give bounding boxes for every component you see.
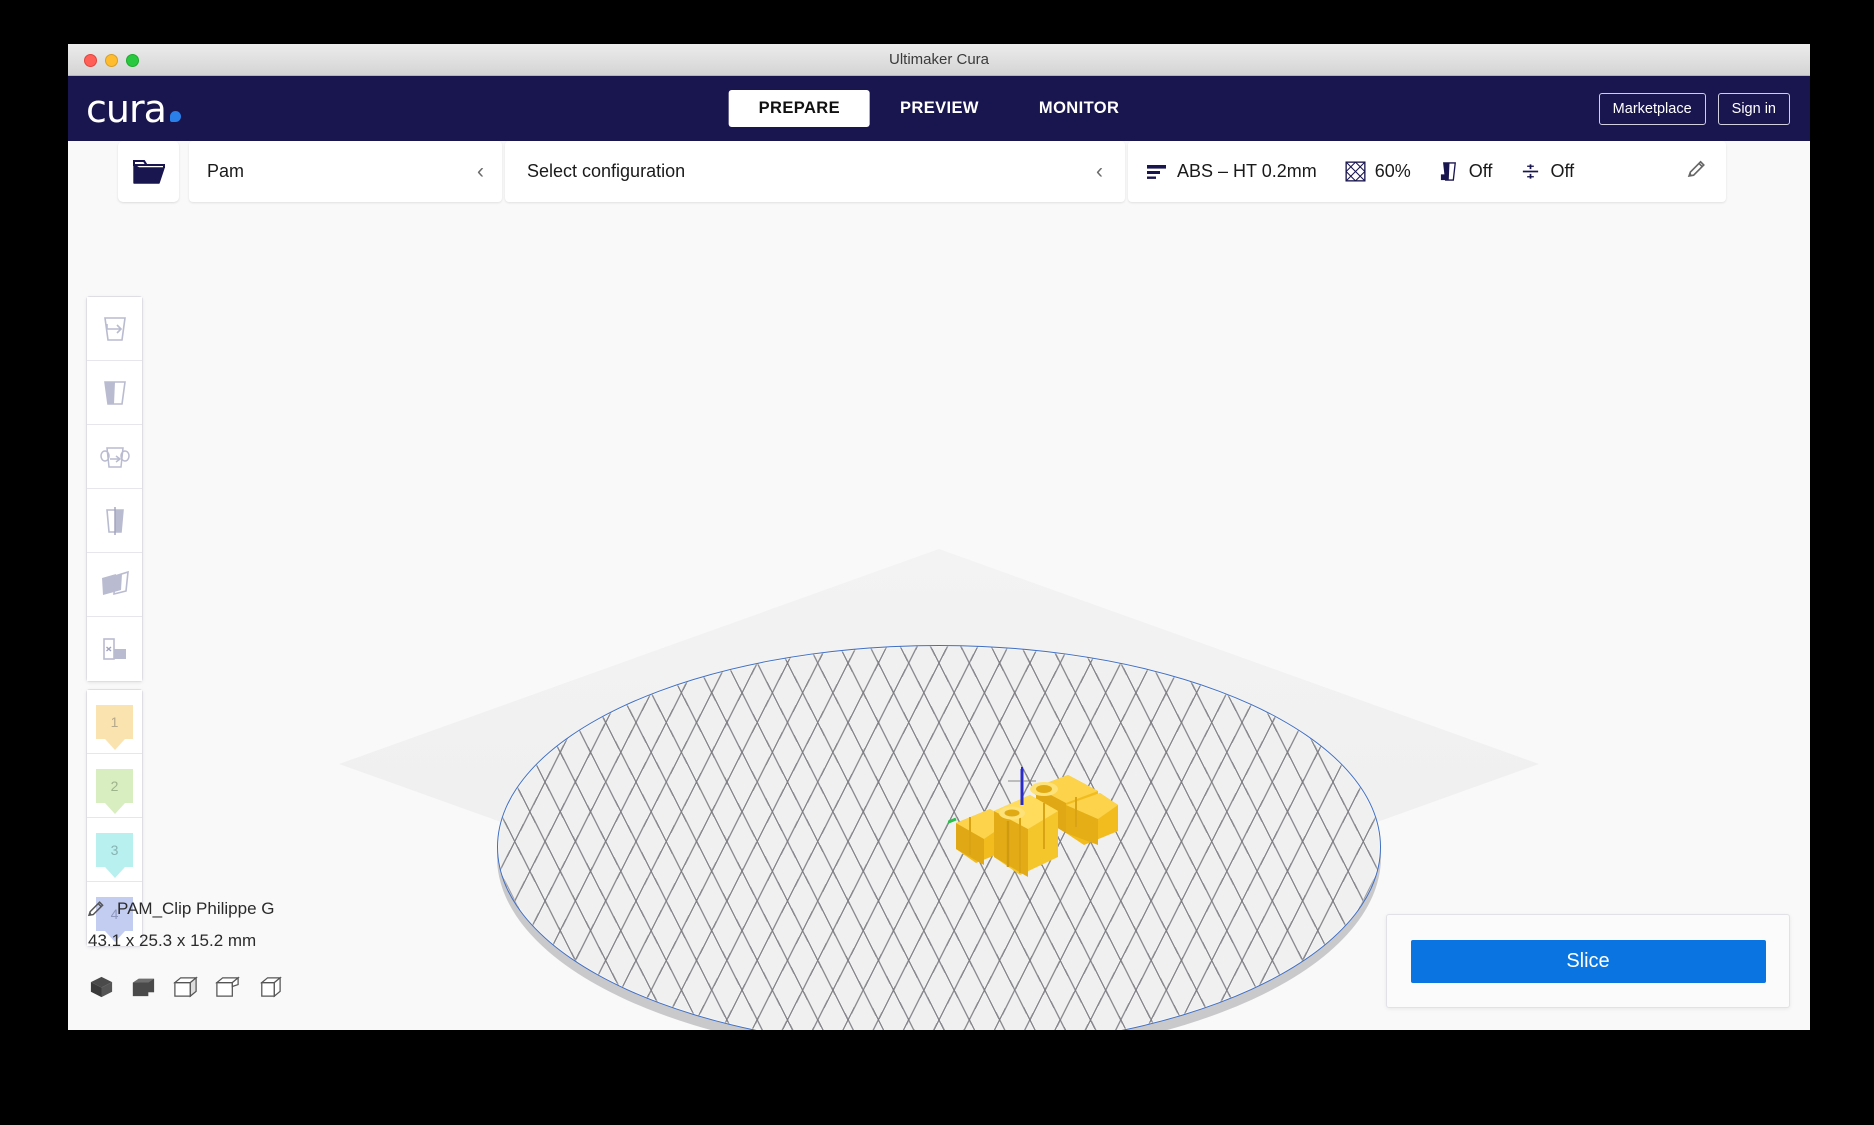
printer-selector[interactable]: Pam ‹ (189, 141, 502, 202)
view-mode-buttons (86, 973, 283, 1000)
window-traffic-lights (84, 54, 139, 67)
infill-icon (1345, 161, 1366, 182)
mirror-icon (105, 506, 124, 535)
outline-view-button[interactable] (256, 973, 283, 1000)
per-model-settings-icon (101, 570, 129, 595)
build-plate (497, 645, 1381, 1030)
move-icon (103, 316, 126, 341)
machine-toolbar: Pam ‹ Select configuration ‹ ABS – HT 0.… (68, 141, 1810, 205)
chevron-left-icon-configuration: ‹ (1096, 160, 1103, 183)
window-titlebar: Ultimaker Cura (68, 44, 1810, 76)
tab-monitor[interactable]: MONITOR (1009, 90, 1149, 127)
scale-icon (103, 380, 126, 405)
object-info-panel: PAM_Clip Philippe G 43.1 x 25.3 x 15.2 m… (86, 899, 283, 1000)
configuration-label: Select configuration (527, 161, 686, 181)
layer-view-button[interactable] (172, 973, 199, 1000)
tab-prepare[interactable]: PREPARE (728, 90, 871, 127)
rotate-icon (99, 446, 130, 468)
cura-window: Ultimaker Cura cura PREPARE PREVIEW MONI… (68, 44, 1810, 1030)
configuration-selector[interactable]: Select configuration ‹ (505, 141, 1125, 202)
cura-logo-dot-icon (169, 111, 181, 122)
extruder-swatch-3: 3 (96, 832, 133, 867)
adhesion-icon (1523, 164, 1539, 179)
open-folder-icon (132, 159, 165, 184)
chevron-left-icon-printer: ‹ (477, 160, 484, 183)
extruder-button-1[interactable]: 1 (87, 690, 142, 754)
xray-view-button[interactable] (130, 973, 157, 1000)
main-tabs: PREPARE PREVIEW MONITOR (728, 90, 1150, 127)
profile-label: ABS – HT 0.2mm (1177, 161, 1317, 181)
app-header: cura PREPARE PREVIEW MONITOR Marketplace… (68, 76, 1810, 141)
per-model-settings-tool-button[interactable] (87, 553, 142, 617)
printer-name: Pam (207, 161, 245, 181)
extruder-swatch-2: 2 (96, 768, 133, 803)
slice-panel: Slice (1386, 914, 1790, 1008)
extruder-number-3: 3 (110, 841, 119, 858)
support-value: Off (1468, 161, 1493, 181)
pencil-icon (1687, 160, 1705, 178)
extruder-button-3[interactable]: 3 (87, 818, 142, 882)
slice-button[interactable]: Slice (1410, 939, 1766, 983)
marketplace-button[interactable]: Marketplace (1598, 92, 1706, 125)
close-window-button[interactable] (84, 54, 97, 67)
window-title: Ultimaker Cura (888, 51, 990, 68)
extruder-swatch-1: 1 (96, 704, 133, 739)
minimize-window-button[interactable] (105, 54, 118, 67)
3d-viewport[interactable]: 1 2 3 4 PAM_Clip Philippe G 43.1 x 25.3 … (68, 141, 1810, 1030)
object-name: PAM_Clip Philippe G (117, 899, 275, 918)
infill-value: 60% (1374, 161, 1411, 181)
support-blocker-tool-button[interactable] (87, 617, 142, 681)
support-icon (1440, 162, 1456, 181)
model-pam-clip[interactable] (948, 753, 1118, 893)
adhesion-value: Off (1550, 161, 1575, 181)
profile-item[interactable]: ABS – HT 0.2mm (1146, 161, 1317, 182)
mirror-tool-button[interactable] (87, 489, 142, 553)
extruder-button-2[interactable]: 2 (87, 754, 142, 818)
support-item[interactable]: Off (1439, 161, 1493, 182)
screen: Ultimaker Cura cura PREPARE PREVIEW MONI… (0, 0, 1874, 1125)
layer-height-icon (1147, 164, 1166, 179)
tab-preview[interactable]: PREVIEW (870, 90, 1009, 127)
wireframe-view-button[interactable] (214, 973, 241, 1000)
pencil-icon[interactable] (86, 899, 106, 919)
maximize-window-button[interactable] (126, 54, 139, 67)
open-file-button[interactable] (118, 141, 179, 202)
sign-in-button[interactable]: Sign in (1717, 92, 1790, 125)
extruder-number-1: 1 (110, 713, 119, 730)
object-dimensions: 43.1 x 25.3 x 15.2 mm (88, 931, 257, 950)
build-plate-grid (497, 645, 1381, 1030)
solid-view-button[interactable] (88, 973, 115, 1000)
support-blocker-icon (102, 638, 126, 660)
move-tool-button[interactable] (87, 297, 142, 361)
rotate-tool-button[interactable] (87, 425, 142, 489)
print-settings-selector[interactable]: ABS – HT 0.2mm 60% Off Off (1128, 141, 1726, 202)
infill-item[interactable]: 60% (1345, 161, 1411, 182)
object-name-row: PAM_Clip Philippe G (86, 899, 283, 919)
extruder-number-2: 2 (110, 777, 119, 794)
edit-print-settings-button[interactable] (1686, 158, 1708, 185)
transform-tool-rail (86, 296, 143, 682)
cura-logo: cura (86, 87, 181, 131)
adhesion-item[interactable]: Off (1520, 161, 1574, 182)
header-actions: Marketplace Sign in (1598, 92, 1790, 125)
scale-tool-button[interactable] (87, 361, 142, 425)
cura-logo-text: cura (86, 87, 167, 131)
